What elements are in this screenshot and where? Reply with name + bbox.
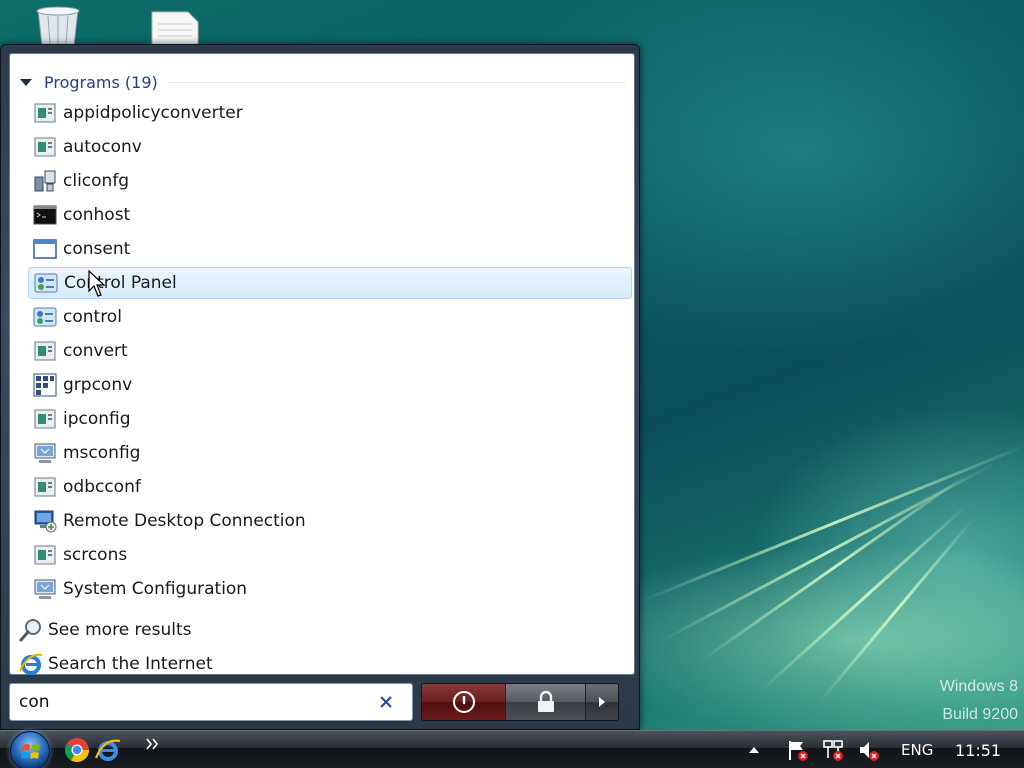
taskbar-clock[interactable]: 11:51 xyxy=(955,741,1001,760)
program-result-item[interactable]: appidpolicyconverter xyxy=(28,97,632,129)
cliconfg-icon xyxy=(34,170,56,192)
program-result-item[interactable]: grpconv xyxy=(28,369,632,401)
mouse-cursor-icon xyxy=(88,270,106,297)
msconfig-icon xyxy=(34,579,56,599)
programs-group-header[interactable]: Programs (19) xyxy=(20,72,626,92)
program-result-item[interactable]: consent xyxy=(28,233,632,265)
arrow-right-icon xyxy=(599,697,605,707)
internet-explorer-taskbar-icon[interactable] xyxy=(94,736,122,764)
command-prompt-icon xyxy=(33,205,57,225)
shutdown-button[interactable] xyxy=(422,684,506,720)
network-icon[interactable] xyxy=(821,738,845,762)
program-result-label: appidpolicyconverter xyxy=(63,103,243,123)
taskbar: ENG 11:51 xyxy=(0,730,1024,768)
window-icon xyxy=(33,239,57,259)
console-app-icon xyxy=(34,137,56,157)
program-result-label: odbcconf xyxy=(63,477,141,497)
clear-search-icon[interactable] xyxy=(376,692,396,712)
overflow-chevron-icon[interactable] xyxy=(144,735,162,753)
program-result-item[interactable]: cliconfg xyxy=(28,165,632,197)
header-divider xyxy=(167,81,626,83)
start-search-box[interactable] xyxy=(9,683,413,721)
shutdown-options-button[interactable] xyxy=(586,684,618,720)
msconfig-icon xyxy=(34,443,56,463)
power-icon xyxy=(452,691,475,713)
control-panel-icon xyxy=(33,307,57,327)
search-internet-link[interactable]: Search the Internet xyxy=(14,648,414,680)
power-controls xyxy=(421,683,619,721)
internet-explorer-icon xyxy=(19,653,43,675)
control-panel-icon xyxy=(34,273,58,293)
lock-button[interactable] xyxy=(506,684,586,720)
windows-logo-icon xyxy=(21,744,40,759)
program-result-label: System Configuration xyxy=(63,579,248,599)
program-result-label: ipconfig xyxy=(63,409,131,429)
action-center-flag-icon[interactable] xyxy=(786,738,810,762)
input-language-indicator[interactable]: ENG xyxy=(901,741,933,759)
group-header-label: Programs (19) xyxy=(44,72,158,92)
program-result-label: consent xyxy=(63,239,131,259)
program-result-label: convert xyxy=(63,341,128,361)
remote-desktop-icon xyxy=(34,510,57,533)
program-result-item[interactable]: Remote Desktop Connection xyxy=(28,505,632,537)
lock-icon xyxy=(537,690,554,712)
program-result-item[interactable]: scrcons xyxy=(28,539,632,571)
start-menu: Programs (19) appidpolicyconverter autoco… xyxy=(0,44,640,730)
program-result-label: conhost xyxy=(63,205,131,225)
grpconv-icon xyxy=(33,373,57,397)
program-result-item[interactable]: odbcconf xyxy=(28,471,632,503)
search-input[interactable] xyxy=(10,687,370,717)
program-result-item[interactable]: conhost xyxy=(28,199,632,231)
console-app-icon xyxy=(34,409,56,429)
program-result-label: autoconv xyxy=(63,137,142,157)
program-result-label: cliconfg xyxy=(63,171,130,191)
console-app-icon xyxy=(34,545,56,565)
see-more-results-link[interactable]: See more results xyxy=(14,614,414,646)
see-more-results-label: See more results xyxy=(48,620,192,640)
program-result-label: msconfig xyxy=(63,443,141,463)
program-result-item[interactable]: control xyxy=(28,301,632,333)
program-result-item[interactable]: System Configuration xyxy=(28,573,632,605)
show-hidden-icons-icon[interactable] xyxy=(747,743,761,757)
program-result-item[interactable]: msconfig xyxy=(28,437,632,469)
watermark-version: Windows 8 xyxy=(939,678,1018,695)
console-app-icon xyxy=(34,103,56,123)
program-result-item[interactable]: ipconfig xyxy=(28,403,632,435)
start-button[interactable] xyxy=(10,731,50,768)
document-icon[interactable] xyxy=(150,6,200,46)
magnifier-icon xyxy=(19,619,41,642)
volume-muted-icon[interactable] xyxy=(857,738,881,762)
collapse-triangle-icon[interactable] xyxy=(20,78,32,86)
console-app-icon xyxy=(34,341,56,361)
program-result-label: scrcons xyxy=(63,545,128,565)
program-result-label: grpconv xyxy=(63,375,133,395)
watermark-build: Build 9200 xyxy=(942,706,1018,723)
program-result-item[interactable]: Control Panel xyxy=(28,267,632,299)
program-result-label: Remote Desktop Connection xyxy=(63,511,306,531)
search-internet-label: Search the Internet xyxy=(48,654,213,674)
program-result-item[interactable]: autoconv xyxy=(28,131,632,163)
console-app-icon xyxy=(34,477,56,497)
search-results-panel: Programs (19) appidpolicyconverter autoco… xyxy=(9,53,635,675)
program-result-label: Control Panel xyxy=(64,273,177,293)
program-result-label: control xyxy=(63,307,122,327)
chrome-icon[interactable] xyxy=(63,736,91,764)
program-result-item[interactable]: convert xyxy=(28,335,632,367)
recycle-bin-icon[interactable] xyxy=(30,6,86,46)
